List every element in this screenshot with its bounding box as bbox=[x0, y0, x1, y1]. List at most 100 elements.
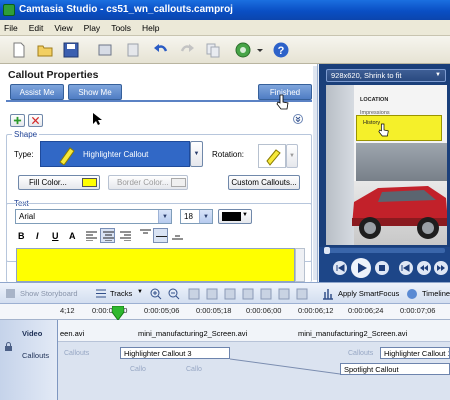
menu-edit[interactable]: Edit bbox=[29, 23, 44, 33]
highlighter-callout-preview bbox=[356, 115, 442, 141]
add-callout-button[interactable] bbox=[10, 114, 25, 127]
text-scrollbar[interactable] bbox=[295, 248, 305, 282]
panel-scrollbar[interactable] bbox=[313, 66, 317, 280]
clip-speed-icon[interactable] bbox=[296, 288, 308, 300]
zoom-out-icon[interactable] bbox=[168, 288, 180, 300]
italic-button[interactable]: I bbox=[36, 231, 39, 241]
arrow-cursor-icon bbox=[93, 113, 102, 125]
video-clip[interactable]: een.avi bbox=[60, 329, 84, 338]
type-dropdown-button[interactable]: ▼ bbox=[190, 141, 203, 167]
bold-button[interactable]: B bbox=[18, 231, 25, 241]
produce-dropdown-icon[interactable] bbox=[256, 41, 264, 59]
extend-frame-icon[interactable] bbox=[278, 288, 290, 300]
preview-canvas: LOCATION Impressions History bbox=[326, 85, 447, 245]
paste-selection-icon[interactable] bbox=[242, 288, 254, 300]
align-center-button[interactable] bbox=[100, 228, 115, 243]
copy-selection-icon[interactable] bbox=[224, 288, 236, 300]
preview-panel: 928x620, Shrink to fit ▼ LOCATION Impres… bbox=[319, 64, 450, 282]
video-clip[interactable]: mini_manufacturing2_Screen.avi bbox=[138, 329, 247, 338]
type-select[interactable]: Highlighter Callout bbox=[40, 141, 190, 167]
underline-button[interactable]: U bbox=[52, 231, 59, 241]
camtasia-window: Camtasia Studio - cs51_wn_callouts.campr… bbox=[0, 0, 450, 400]
timeline-icon[interactable] bbox=[406, 288, 418, 300]
scrub-thumb[interactable] bbox=[324, 247, 330, 254]
ghost-callouts-label: Callouts bbox=[348, 350, 374, 357]
valign-top-icon[interactable] bbox=[140, 229, 151, 240]
menu-help[interactable]: Help bbox=[142, 23, 159, 33]
panel-title: Callout Properties bbox=[8, 69, 99, 81]
marker-icon[interactable] bbox=[260, 288, 272, 300]
show-storyboard-button[interactable]: Show Storyboard bbox=[20, 289, 78, 298]
cut-icon[interactable] bbox=[124, 41, 142, 59]
align-left-icon[interactable] bbox=[86, 231, 97, 241]
timeline-tracks: Video Callouts een.avi mini_manufacturin… bbox=[0, 320, 450, 400]
timeline-button[interactable]: Timeline bbox=[422, 289, 450, 298]
new-icon[interactable] bbox=[10, 41, 28, 59]
font-color-dropdown-icon: ▼ bbox=[242, 212, 248, 218]
rotation-select[interactable] bbox=[258, 144, 286, 168]
header-divider bbox=[6, 100, 312, 102]
save-icon[interactable] bbox=[62, 41, 80, 59]
menu-view[interactable]: View bbox=[54, 23, 72, 33]
video-clip[interactable]: mini_manufacturing2_Screen.avi bbox=[298, 329, 407, 338]
highlighter-callout-1-clip[interactable]: Highlighter Callout 1 bbox=[380, 347, 450, 359]
redo-icon[interactable] bbox=[178, 41, 196, 59]
callout-text-area[interactable] bbox=[16, 248, 295, 282]
valign-bottom-icon[interactable] bbox=[172, 229, 183, 240]
size-dropdown-icon: ▼ bbox=[435, 72, 441, 78]
custom-callouts-button[interactable]: Custom Callouts... bbox=[228, 175, 300, 190]
border-color-button[interactable]: Border Color... bbox=[108, 175, 188, 190]
show-me-button[interactable]: Show Me bbox=[68, 84, 122, 100]
play-icon[interactable] bbox=[351, 258, 371, 278]
menu-file[interactable]: File bbox=[4, 23, 18, 33]
font-size-select[interactable]: 18 ▼ bbox=[180, 209, 213, 224]
playhead-icon[interactable] bbox=[112, 306, 124, 320]
lock-icon[interactable] bbox=[4, 342, 13, 351]
open-icon[interactable] bbox=[36, 41, 54, 59]
rotation-dropdown-button[interactable]: ▼ bbox=[286, 144, 298, 168]
fast-forward-icon[interactable] bbox=[434, 261, 448, 275]
tracks-dropdown-icon[interactable]: ▼ bbox=[137, 289, 143, 295]
produce-icon[interactable] bbox=[234, 41, 252, 59]
font-size-dropdown-icon: ▼ bbox=[199, 210, 212, 223]
split-icon[interactable] bbox=[188, 288, 200, 300]
font-select[interactable]: Arial ▼ bbox=[15, 209, 172, 224]
collapse-icon[interactable] bbox=[293, 114, 303, 124]
step-back-icon[interactable] bbox=[333, 261, 347, 275]
callouts-track-lane: Callouts Highlighter Callout 3 Callouts … bbox=[58, 342, 450, 400]
window-title: Camtasia Studio - cs51_wn_callouts.campr… bbox=[19, 4, 233, 15]
delete-icon bbox=[31, 116, 40, 125]
text-color-button[interactable]: A bbox=[69, 231, 76, 241]
main-toolbar: ? bbox=[0, 36, 450, 64]
tracks-button[interactable]: Tracks bbox=[110, 289, 132, 298]
border-color-swatch bbox=[171, 178, 186, 187]
stop-icon[interactable] bbox=[375, 261, 389, 275]
help-icon[interactable]: ? bbox=[272, 41, 290, 59]
apply-smartfocus-button[interactable]: Apply SmartFocus bbox=[338, 289, 399, 298]
import-icon[interactable] bbox=[96, 41, 114, 59]
rewind-icon[interactable] bbox=[417, 261, 431, 275]
undo-icon[interactable] bbox=[152, 41, 170, 59]
zoom-in-icon[interactable] bbox=[150, 288, 162, 300]
assist-me-button[interactable]: Assist Me bbox=[10, 84, 64, 100]
ruler-tick: 4;12 bbox=[60, 306, 75, 315]
valign-middle-button[interactable] bbox=[153, 228, 168, 243]
menu-tools[interactable]: Tools bbox=[111, 23, 131, 33]
font-color-button[interactable]: ▼ bbox=[218, 209, 252, 224]
storyboard-icon bbox=[6, 289, 15, 298]
smartfocus-icon[interactable] bbox=[322, 288, 334, 300]
delete-callout-button[interactable] bbox=[28, 114, 43, 127]
cut-selection-icon[interactable] bbox=[206, 288, 218, 300]
copy-icon[interactable] bbox=[204, 41, 222, 59]
spotlight-callout-clip[interactable]: Spotlight Callout bbox=[340, 363, 450, 375]
preview-size-select[interactable]: 928x620, Shrink to fit ▼ bbox=[326, 69, 446, 82]
highlighter-callout-3-clip[interactable]: Highlighter Callout 3 bbox=[120, 347, 230, 359]
fill-color-button[interactable]: Fill Color... bbox=[18, 175, 100, 190]
previous-clip-icon[interactable] bbox=[399, 261, 413, 275]
app-icon bbox=[3, 4, 15, 16]
scrub-bar[interactable] bbox=[324, 247, 445, 254]
menu-play[interactable]: Play bbox=[84, 23, 101, 33]
align-right-icon[interactable] bbox=[120, 231, 131, 241]
shape-group-label: Shape bbox=[12, 130, 40, 139]
ghost-callouts-label: Callo bbox=[130, 366, 146, 373]
